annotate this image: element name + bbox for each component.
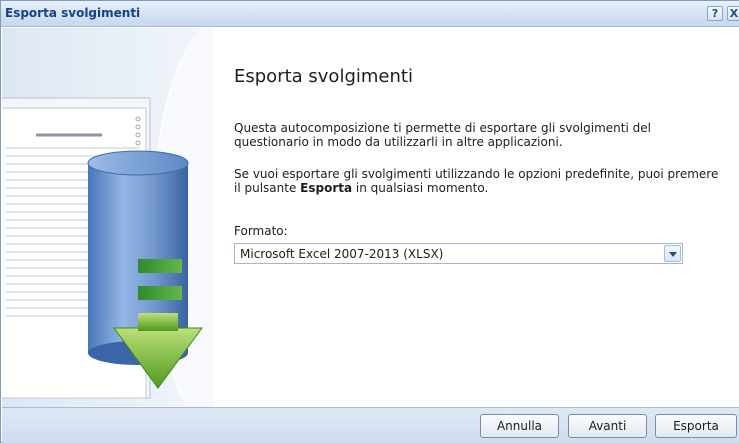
close-button[interactable]: X (727, 6, 739, 21)
next-button[interactable]: Avanti (568, 414, 647, 438)
format-select-value: Microsoft Excel 2007-2013 (XLSX) (240, 247, 444, 261)
button-bar: Annulla Avanti Esporta (2, 407, 739, 443)
window-title: Esporta svolgimenti (5, 6, 141, 20)
format-label: Formato: (234, 224, 288, 238)
wizard-content: Esporta svolgimenti Questa autocomposizi… (234, 28, 739, 407)
format-select[interactable]: Microsoft Excel 2007-2013 (XLSX) (234, 243, 683, 264)
page-title: Esporta svolgimenti (234, 66, 413, 87)
cancel-button[interactable]: Annulla (480, 414, 559, 438)
chevron-down-icon[interactable] (664, 245, 681, 262)
export-button[interactable]: Esporta (655, 414, 737, 438)
hint-text-end: in qualsiasi momento. (352, 181, 489, 195)
help-button[interactable]: ? (707, 6, 723, 21)
database-export-icon (2, 97, 203, 399)
intro-text: Questa autocomposizione ti permette di e… (234, 121, 651, 149)
hint-text: Se vuoi esportare gli svolgimenti utiliz… (234, 167, 724, 195)
hint-text-bold: Esporta (300, 181, 353, 195)
title-bar[interactable]: Esporta svolgimenti ? X (1, 1, 739, 27)
wizard-side-panel (2, 28, 213, 407)
export-dialog: Esporta svolgimenti ? X Esporta svolgime… (0, 0, 739, 443)
